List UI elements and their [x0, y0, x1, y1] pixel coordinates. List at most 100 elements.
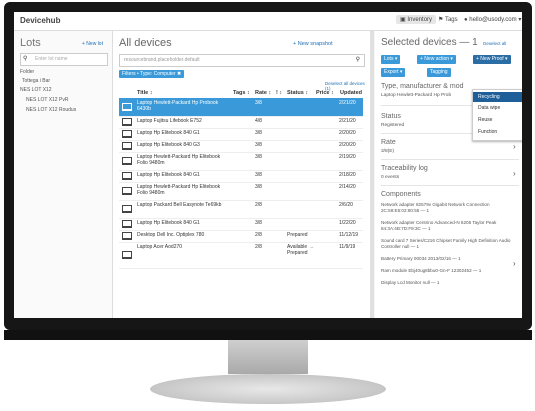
- device-updated: 2/19/20: [339, 154, 356, 160]
- table-row[interactable]: Laptop Hewlett-Packard Hp Probook 6430b 3…: [119, 98, 363, 117]
- lots-button[interactable]: Lots ▾: [381, 55, 401, 64]
- device-updated: 2/6/20: [339, 202, 353, 208]
- devices-panel: All devices + New snapshot resourcebrand…: [113, 31, 370, 318]
- device-title: Desktop Dell Inc. Optiplex 780: [137, 232, 205, 238]
- inventory-nav[interactable]: ▣ Inventory: [396, 15, 437, 24]
- new-snapshot-button[interactable]: + New snapshot: [293, 41, 333, 47]
- lot-search-placeholder: Enter lot name: [35, 56, 68, 62]
- lots-sidebar: Lots + New lot ⚲ Enter lot name Folder T…: [14, 31, 113, 318]
- device-updated: 2/21/20: [339, 118, 356, 124]
- search-icon: ⚲: [355, 57, 360, 63]
- dropdown-item-data-wipe[interactable]: Data wipe: [473, 103, 522, 113]
- device-updated: 11/9/19: [339, 244, 356, 250]
- device-search-input[interactable]: resourcebrand.placeholder.default ⚲: [119, 54, 365, 67]
- device-rate: 2/8: [255, 202, 262, 208]
- table-row[interactable]: Laptop Packard Bell Easynote Te69kb 2/8 2/…: [119, 200, 363, 219]
- scrollbar[interactable]: [370, 31, 374, 318]
- export-button[interactable]: Export ▾: [381, 68, 406, 77]
- laptop-icon: [122, 130, 132, 138]
- laptop-icon: [122, 172, 132, 180]
- new-proof-dropdown: Recycling Data wipe Reuse Function: [472, 89, 522, 141]
- column-header-rate[interactable]: Rate ↕: [255, 90, 271, 96]
- table-row[interactable]: Laptop Hewlett-Packard Hp Elitebook Foli…: [119, 182, 363, 201]
- device-title: Laptop Acer Aod270: [137, 244, 183, 250]
- device-rate: 3/8: [255, 142, 262, 148]
- new-proof-button[interactable]: + New Proof ▾: [473, 55, 511, 64]
- search-icon: ⚲: [23, 56, 28, 62]
- deselect-all-link[interactable]: Deselect all: [483, 41, 506, 46]
- table-row[interactable]: Laptop Acer Aod270 2/8 Available → Prepare…: [119, 242, 363, 269]
- component-item: Display Lcd Monitor null — 1: [381, 280, 440, 285]
- device-rate: 2/8: [255, 244, 262, 250]
- monitor-bezel: Devicehub ▣ Inventory ⚑ Tags ● hello@uso…: [4, 2, 532, 330]
- laptop-icon: [122, 157, 132, 165]
- chevron-right-icon[interactable]: ›: [513, 259, 516, 268]
- device-rate: 3/8: [255, 100, 262, 106]
- lot-item[interactable]: NES LOT X12 PvR: [26, 97, 68, 103]
- laptop-icon: [122, 251, 132, 259]
- table-row[interactable]: Laptop Hewlett-Packard Hp Elitebook Foli…: [119, 152, 363, 171]
- device-search-placeholder: resourcebrand.placeholder.default: [124, 57, 200, 63]
- monitor-stand-neck: [228, 340, 308, 374]
- column-header-tags[interactable]: Tags ↕: [233, 90, 250, 96]
- laptop-icon: [122, 205, 132, 213]
- device-title: Laptop Fujitsu Lifebook E752: [137, 118, 202, 124]
- lot-item[interactable]: NES LOT X12: [20, 87, 52, 93]
- lot-item[interactable]: Folder: [20, 69, 34, 75]
- chevron-right-icon[interactable]: ›: [513, 169, 516, 178]
- app-screen: Devicehub ▣ Inventory ⚑ Tags ● hello@uso…: [14, 12, 522, 318]
- tags-nav[interactable]: ⚑ Tags: [438, 16, 458, 23]
- selected-title: Selected devices — 1: [381, 37, 478, 48]
- column-header-price[interactable]: Price ↕: [316, 90, 334, 96]
- rate-label: Rate: [381, 139, 396, 146]
- rate-value: 3/8(E): [381, 149, 395, 154]
- chevron-right-icon[interactable]: ›: [513, 142, 516, 151]
- lot-item[interactable]: Tottega i Bar: [22, 78, 50, 84]
- user-menu[interactable]: ● hello@usody.com ▾: [464, 16, 521, 23]
- component-item: Network adapter 82579v Gigabit Network C…: [381, 202, 490, 213]
- app-logo[interactable]: Devicehub: [20, 16, 60, 25]
- new-action-button[interactable]: + New action ▾: [417, 55, 456, 64]
- laptop-icon: [122, 118, 132, 126]
- filter-chip[interactable]: Filters • Type: Computer ✖: [119, 70, 185, 78]
- device-updated: 2/20/20: [339, 142, 356, 148]
- device-title: Laptop Hp Elitebook 840 G1: [137, 172, 200, 178]
- column-header-status[interactable]: Status ↕: [287, 90, 308, 96]
- components-label: Components: [381, 191, 421, 198]
- device-rate: 3/8: [255, 154, 262, 160]
- component-item: Network adapter Centrino Advanced-N 6205…: [381, 220, 497, 231]
- selected-devices-panel: Selected devices — 1 Deselect all Lots ▾…: [375, 31, 522, 318]
- dropdown-item-function[interactable]: Function: [473, 127, 522, 137]
- status-value: Registered: [381, 123, 405, 128]
- monitor-stand-base: [150, 374, 386, 404]
- user-icon: ●: [464, 17, 468, 23]
- inventory-icon: ▣: [400, 17, 406, 23]
- column-header-updated[interactable]: Updated: [340, 90, 362, 96]
- lots-title: Lots: [20, 37, 41, 49]
- user-email: hello@usody.com: [469, 17, 517, 23]
- column-header-title[interactable]: Title ↕: [137, 90, 153, 96]
- top-bar: Devicehub ▣ Inventory ⚑ Tags ● hello@uso…: [14, 12, 522, 31]
- tagging-button[interactable]: Tagging: [427, 68, 451, 77]
- device-title: Laptop Hp Elitebook 840 G3: [137, 142, 200, 148]
- laptop-icon: [122, 142, 132, 150]
- component-item: Sound card 7 Series/C216 Chipset Family …: [381, 238, 511, 249]
- page-title: All devices: [119, 37, 172, 49]
- device-title: Laptop Hp Elitebook 840 G1: [137, 220, 200, 226]
- device-rate: 3/8: [255, 130, 262, 136]
- type-value: Laptop Hewlett-Packard Hp Prob: [381, 93, 452, 98]
- lot-search-input[interactable]: ⚲ Enter lot name: [20, 53, 108, 66]
- device-status: Prepared: [287, 232, 308, 238]
- dropdown-item-recycling[interactable]: Recycling: [473, 92, 522, 102]
- lot-item[interactable]: NES LOT X12 Roudus: [26, 107, 76, 113]
- device-title: Laptop Packard Bell Easynote Te69kb: [137, 202, 222, 208]
- device-status: Available → Prepared: [287, 244, 314, 256]
- device-updated: 2/18/20: [339, 172, 356, 178]
- dropdown-item-reuse[interactable]: Reuse: [473, 115, 522, 125]
- device-title: Laptop Hewlett-Packard Hp Probook 6430b: [137, 100, 219, 112]
- new-lot-button[interactable]: + New lot: [82, 41, 103, 47]
- column-header-issues[interactable]: ! ↕: [276, 90, 282, 96]
- tag-icon: ⚑: [438, 17, 444, 23]
- device-updated: 1/22/20: [339, 220, 356, 226]
- tags-label: Tags: [444, 17, 458, 23]
